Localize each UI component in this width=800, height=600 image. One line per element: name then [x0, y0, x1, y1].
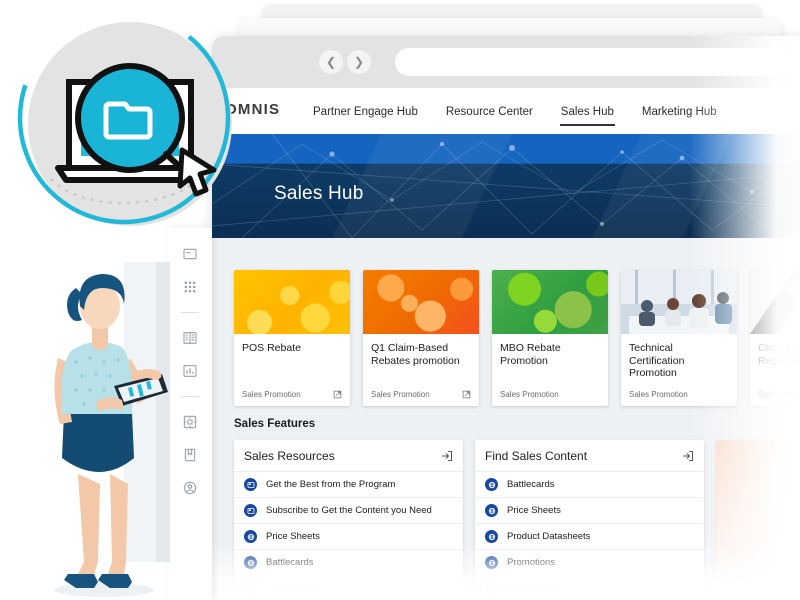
site-navigation-bar: OMNIS Partner Engage Hub Resource Center… — [212, 88, 800, 134]
promotion-card-strip: POS Rebate Sales Promotion Q1 Claim-Base… — [234, 270, 800, 406]
screenshot-root: ❮ ❯ OMNIS Partner Engage Hub Resource Ce… — [0, 0, 800, 600]
list-item-label: Price Sheets — [266, 531, 320, 542]
globe-icon — [485, 530, 498, 543]
chevron-left-icon[interactable]: ❮ — [319, 50, 343, 74]
building-icon[interactable] — [182, 330, 198, 346]
nav-tab-list: Partner Engage Hub Resource Center Sales… — [312, 88, 718, 134]
list-item-label: Promotions — [507, 557, 556, 568]
card-thumbnail — [234, 270, 350, 334]
list-item[interactable]: Battlecards — [475, 471, 704, 497]
card-thumbnail — [621, 270, 737, 334]
page-title: Sales Hub — [274, 183, 364, 204]
globe-icon — [485, 582, 498, 595]
globe-icon — [244, 582, 257, 595]
promotion-card[interactable]: POS Rebate Sales Promotion — [234, 270, 350, 406]
card-title: MBO Rebate Promotion — [500, 342, 561, 367]
sales-features-panels: Sales Resources Get the Best from the Pr… — [234, 440, 800, 600]
meeting-photo-icon — [621, 270, 737, 334]
list-item[interactable]: Product Datasheets — [475, 523, 704, 549]
card-category: Sales Promotion — [242, 390, 301, 399]
panel-partial-third[interactable] — [716, 440, 800, 600]
laptop-folder-magnifier-icon — [17, 11, 232, 226]
nav-tab-partner-engage-hub[interactable]: Partner Engage Hub — [312, 92, 419, 131]
card-title: Q1 Claim-Based Rebates promotion — [371, 342, 460, 367]
hero-banner: Sales Hub — [212, 134, 800, 238]
list-item[interactable]: Battlecards — [234, 549, 463, 575]
list-item[interactable]: Sales Demos — [475, 575, 704, 600]
list-item-label: Subscribe to Get the Content you Need — [266, 505, 432, 516]
nav-tab-resource-center[interactable]: Resource Center — [445, 92, 534, 131]
list-item-label: Battlecards — [266, 557, 314, 568]
globe-icon — [485, 556, 498, 569]
sidebar-divider — [181, 312, 199, 313]
promotion-card[interactable]: MBO Rebate Promotion Sales Promotion — [492, 270, 608, 406]
card-title: Technical Certification Promotion — [629, 342, 685, 379]
panel-sales-resources: Sales Resources Get the Best from the Pr… — [234, 440, 463, 600]
list-item-label: Sales Demos — [507, 583, 564, 594]
card-title: Closed Deal Registration — [758, 342, 800, 367]
panel-item-list: Get the Best from the Program Subscribe … — [234, 471, 463, 600]
document-icon — [244, 478, 257, 491]
handshake-photo-icon — [750, 270, 800, 334]
document-icon — [244, 504, 257, 517]
external-link-icon[interactable] — [462, 390, 471, 399]
window-icon[interactable] — [182, 246, 198, 262]
promotion-card[interactable]: Closed Deal Registration Sales Promotion — [750, 270, 800, 406]
browser-chrome-bar: ❮ ❯ — [212, 36, 800, 88]
puzzle-icon[interactable] — [182, 414, 198, 430]
grid-apps-icon[interactable] — [182, 279, 198, 295]
launch-icon[interactable] — [682, 450, 694, 462]
globe-icon — [244, 530, 257, 543]
list-item[interactable]: Price Sheets — [234, 523, 463, 549]
card-thumbnail — [492, 270, 608, 334]
list-item-label: Case Studies — [266, 583, 323, 594]
list-item[interactable]: Get the Best from the Program — [234, 471, 463, 497]
list-item[interactable]: Subscribe to Get the Content you Need — [234, 497, 463, 523]
globe-icon — [485, 478, 498, 491]
account-icon[interactable] — [182, 480, 198, 496]
list-item-label: Price Sheets — [507, 505, 561, 516]
card-category: Sales Promotion — [500, 390, 559, 399]
list-item-label: Product Datasheets — [507, 531, 591, 542]
card-category: Sales Promotion — [629, 390, 688, 399]
card-category: Sales Promotion — [758, 390, 800, 399]
card-thumbnail — [750, 270, 800, 334]
panel-find-sales-content: Find Sales Content Battlecards Price She… — [475, 440, 704, 600]
globe-icon — [244, 556, 257, 569]
browser-window: ❮ ❯ OMNIS Partner Engage Hub Resource Ce… — [212, 36, 800, 600]
promotion-card[interactable]: Technical Certification Promotion Sales … — [621, 270, 737, 406]
address-bar-input[interactable] — [395, 48, 795, 76]
chevron-right-icon[interactable]: ❯ — [347, 50, 371, 74]
card-title: POS Rebate — [242, 342, 301, 354]
list-item-label: Get the Best from the Program — [266, 479, 396, 490]
launch-icon[interactable] — [441, 450, 453, 462]
bookmark-icon[interactable] — [182, 447, 198, 463]
panel-title: Find Sales Content — [485, 449, 588, 463]
nav-tab-sales-hub[interactable]: Sales Hub — [559, 92, 615, 131]
promotion-card[interactable]: Q1 Claim-Based Rebates promotion Sales P… — [363, 270, 479, 406]
section-title-sales-features: Sales Features — [234, 418, 316, 430]
external-link-icon[interactable] — [333, 390, 342, 399]
nav-tab-marketing-hub[interactable]: Marketing Hub — [641, 92, 718, 131]
card-thumbnail — [363, 270, 479, 334]
top-edge-mask — [0, 0, 800, 4]
panel-item-list: Battlecards Price Sheets Product Datashe… — [475, 471, 704, 600]
globe-icon — [485, 504, 498, 517]
page-body: POS Rebate Sales Promotion Q1 Claim-Base… — [212, 238, 800, 600]
list-item[interactable]: Price Sheets — [475, 497, 704, 523]
sidebar-divider — [181, 396, 199, 397]
bar-chart-icon[interactable] — [182, 363, 198, 379]
list-item[interactable]: Promotions — [475, 549, 704, 575]
list-item-label: Battlecards — [507, 479, 555, 490]
panel-title: Sales Resources — [244, 449, 335, 463]
woman-with-tablet-illustration — [54, 262, 170, 597]
card-category: Sales Promotion — [371, 390, 430, 399]
list-item[interactable]: Case Studies — [234, 575, 463, 600]
